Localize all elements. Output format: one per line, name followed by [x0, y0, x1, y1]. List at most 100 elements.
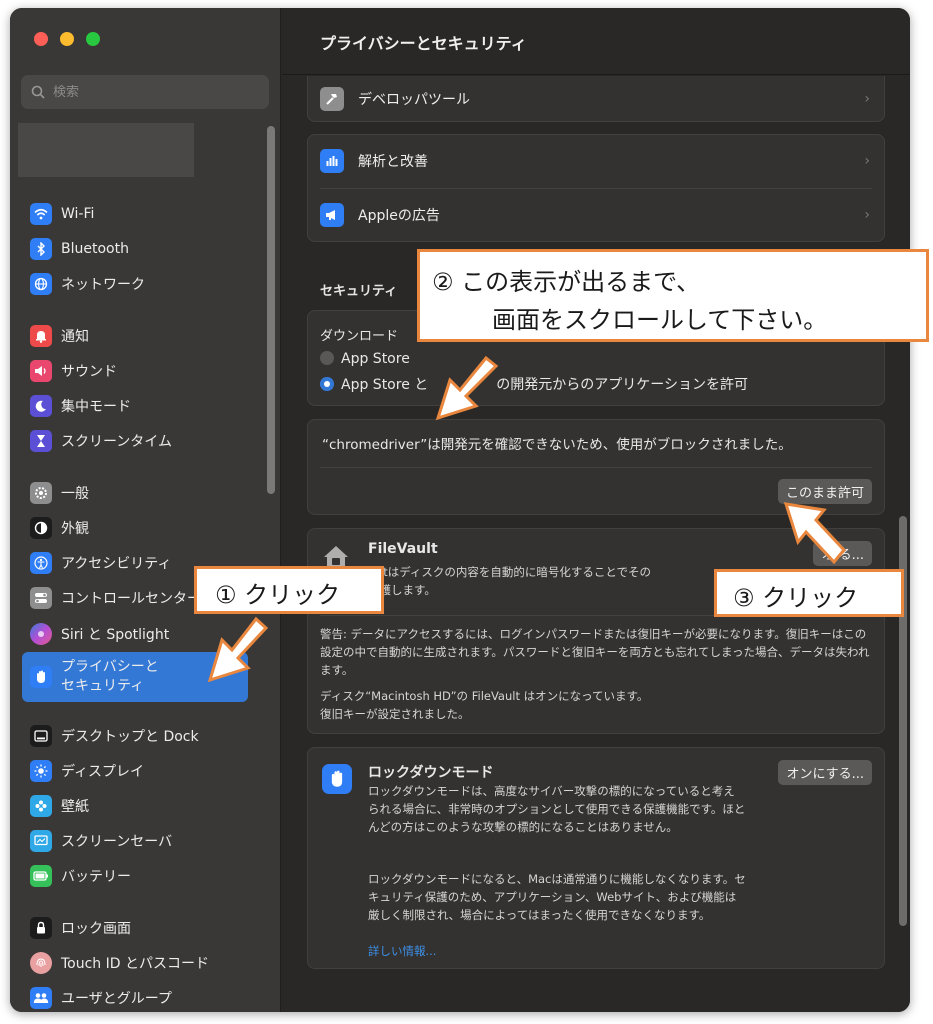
arrow-step3-icon [783, 502, 846, 565]
sidebar-item-label: ディスプレイ [61, 764, 145, 780]
blocked-message: “chromedriver”は開発元を確認できないため、使用がブロックされました… [322, 437, 792, 453]
sidebar-item-desktop-dock[interactable]: デスクトップと Dock [22, 721, 248, 751]
settings-window: Wi-Fi Bluetooth ネットワーク 通知 サウンド [10, 8, 910, 1012]
filevault-status-line2: 復旧キーが設定されました。 [320, 707, 470, 721]
search-icon [31, 85, 45, 99]
appearance-icon [30, 517, 52, 539]
zoom-button[interactable] [86, 32, 100, 46]
sidebar-item-label: Wi-Fi [61, 206, 95, 222]
sidebar-item-label: Touch ID とパスコード [61, 956, 209, 972]
developer-tools-card: デベロッパツール › [307, 76, 885, 122]
lockdown-card: ロックダウンモード オンにする... ロックダウンモードは、高度なサイバー攻撃の… [307, 747, 885, 969]
sidebar-item-label: コントロールセンター [61, 591, 201, 607]
sidebar-item-wallpaper[interactable]: 壁紙 [22, 791, 248, 821]
chevron-right-icon: › [864, 91, 870, 107]
filevault-title: FileVault [368, 541, 438, 557]
screensaver-icon [30, 830, 52, 852]
users-icon [30, 987, 52, 1009]
apple-ads-label: Appleの広告 [358, 208, 440, 224]
sidebar-item-appearance[interactable]: 外観 [22, 513, 248, 543]
siri-icon [30, 623, 52, 645]
control-center-icon [30, 587, 52, 609]
apple-ads-row[interactable]: Appleの広告 › [308, 190, 884, 240]
hammer-icon [320, 87, 344, 111]
radio-off-icon [320, 351, 334, 365]
sidebar-item-label: ロック画面 [61, 921, 131, 937]
arrow-step2-icon [435, 356, 499, 421]
sidebar-scrollbar[interactable] [267, 126, 275, 494]
sidebar-item-bluetooth[interactable]: Bluetooth [22, 234, 248, 264]
hourglass-icon [30, 430, 52, 452]
sidebar-item-label: 一般 [61, 486, 89, 502]
radio-on-icon [320, 377, 334, 391]
filevault-status-line1: ディスク“Macintosh HD”の FileVault はオンになっています… [320, 689, 649, 703]
row-divider [320, 188, 872, 189]
sidebar-item-label: 外観 [61, 521, 89, 537]
more-info-link[interactable]: 詳しい情報... [368, 942, 436, 960]
filevault-desc-line1: ltはディスクの内容を自動的に暗号化することでその [380, 565, 652, 579]
sidebar-item-label: ユーザとグループ [61, 991, 172, 1007]
bluetooth-icon [30, 238, 52, 260]
hand-icon [322, 764, 352, 794]
accessibility-icon [30, 552, 52, 574]
battery-icon [30, 865, 52, 887]
lockdown-enable-button[interactable]: オンにする... [778, 760, 872, 785]
lockdown-title: ロックダウンモード [368, 765, 494, 781]
developer-tools-row[interactable]: デベロッパツール › [308, 74, 884, 124]
sidebar-item-label: 壁紙 [61, 799, 89, 815]
bell-icon [30, 325, 52, 347]
sidebar-item-sound[interactable]: サウンド [22, 356, 248, 386]
speaker-icon [30, 360, 52, 382]
sidebar-item-focus[interactable]: 集中モード [22, 391, 248, 421]
sidebar-item-label: スクリーンセーバ [61, 834, 173, 850]
sidebar-item-wifi[interactable]: Wi-Fi [22, 199, 248, 229]
sidebar-item-lock-screen[interactable]: ロック画面 [22, 913, 248, 943]
sidebar-item-battery[interactable]: バッテリー [22, 861, 248, 891]
sidebar-item-label: 通知 [61, 329, 89, 345]
sidebar-item-notifications[interactable]: 通知 [22, 321, 248, 351]
wifi-icon [30, 203, 52, 225]
close-button[interactable] [34, 32, 48, 46]
security-section-title: セキュリティ [320, 284, 398, 299]
sidebar-item-label: Bluetooth [61, 241, 129, 257]
sidebar-item-label: プライバシーと セキュリティ [61, 659, 159, 694]
minimize-button[interactable] [60, 32, 74, 46]
arrow-step1-icon [207, 616, 269, 683]
analytics-row[interactable]: 解析と改善 › [308, 136, 884, 186]
callout-step1: ① クリック [194, 566, 384, 614]
profile-placeholder[interactable] [18, 123, 194, 177]
lockdown-restrictions: ロックダウンモードになると、Macは通常通りに機能しなくなります。セキュリティ保… [368, 872, 746, 922]
sidebar-item-label: バッテリー [61, 869, 131, 885]
filevault-warning: 警告: データにアクセスするには、ログインパスワードまたは復旧キーが必要になりま… [320, 627, 870, 677]
row-divider [320, 467, 872, 468]
moon-icon [30, 395, 52, 417]
sidebar-item-touch-id[interactable]: Touch ID とパスコード [22, 948, 248, 978]
lockdown-desc: ロックダウンモードは、高度なサイバー攻撃の標的になっていると考えられる場合に、非… [368, 784, 746, 834]
sidebar-item-label: Siri と Spotlight [61, 627, 170, 643]
gear-icon [30, 482, 52, 504]
desktop-icon [30, 725, 52, 747]
sidebar-item-network[interactable]: ネットワーク [22, 269, 248, 299]
sidebar-item-users-groups[interactable]: ユーザとグループ [22, 983, 248, 1012]
sidebar-item-screensaver[interactable]: スクリーンセーバ [22, 826, 248, 856]
sidebar-item-screen-time[interactable]: スクリーンタイム [22, 426, 248, 456]
globe-icon [30, 273, 52, 295]
wallpaper-icon [30, 795, 52, 817]
lock-icon [30, 917, 52, 939]
megaphone-icon [320, 203, 344, 227]
chevron-right-icon: › [864, 207, 870, 223]
sidebar-item-label: サウンド [61, 364, 117, 380]
search-input[interactable] [53, 84, 243, 100]
sidebar-item-general[interactable]: 一般 [22, 478, 248, 508]
sidebar-item-label: ネットワーク [61, 277, 145, 293]
page-title: プライバシーとセキュリティ [320, 34, 527, 53]
search-field[interactable] [21, 75, 269, 109]
chevron-right-icon: › [864, 153, 870, 169]
downloads-label: ダウンロード [320, 329, 399, 344]
radio-app-store[interactable]: App Store [320, 351, 410, 367]
sidebar-item-displays[interactable]: ディスプレイ [22, 756, 248, 786]
radio-app-store-identified[interactable]: App Store との開発元からのアプリケーションを許可 [320, 374, 748, 394]
hand-icon [30, 666, 52, 688]
sidebar-item-label: 集中モード [61, 399, 131, 415]
callout-step3: ③ クリック [714, 569, 904, 617]
